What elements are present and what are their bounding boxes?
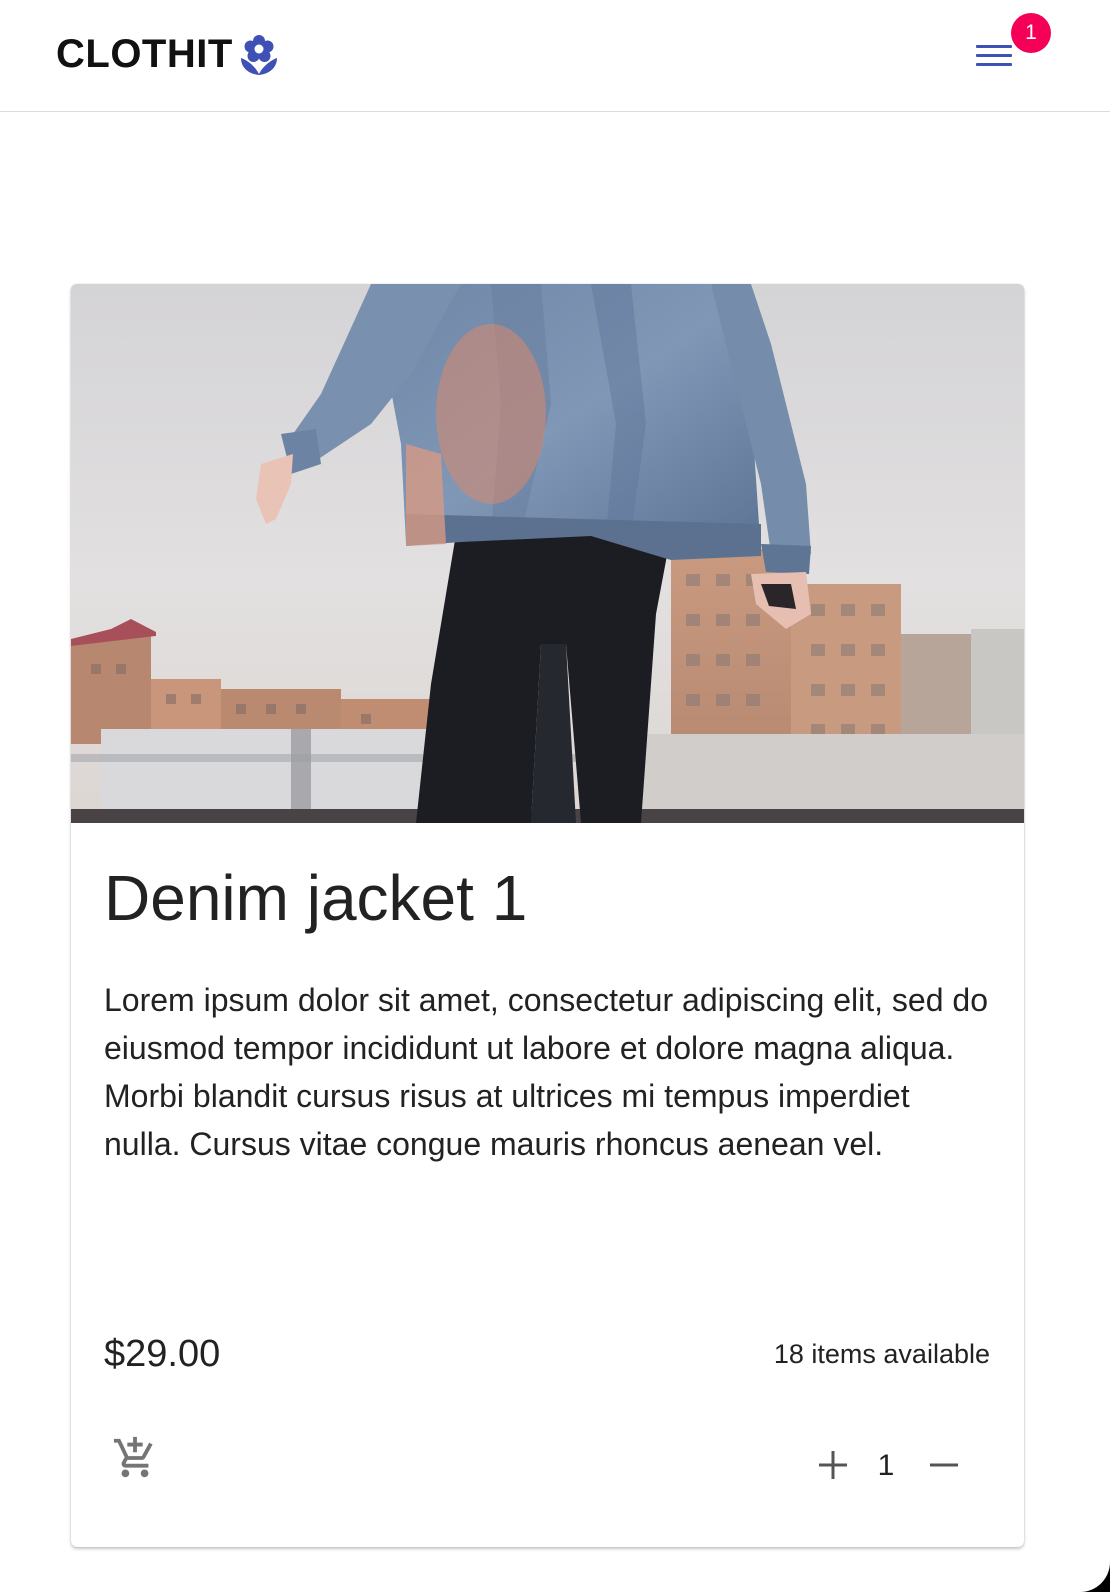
quantity-value: 1 <box>877 1449 895 1482</box>
add-to-cart-button[interactable] <box>99 1424 171 1496</box>
minus-icon <box>928 1449 960 1486</box>
product-title: Denim jacket 1 <box>104 862 528 934</box>
notification-badge: 1 <box>1011 13 1051 53</box>
brand-name: CLOTHIT <box>56 32 233 76</box>
flower-icon <box>239 32 279 76</box>
decrease-quantity-button[interactable] <box>917 1440 971 1494</box>
product-card: Denim jacket 1 Lorem ipsum dolor sit ame… <box>71 284 1024 1547</box>
add-shopping-cart-icon <box>112 1435 158 1486</box>
increase-quantity-button[interactable] <box>806 1440 860 1494</box>
product-image <box>71 284 1024 823</box>
menu-button[interactable] <box>972 36 1016 76</box>
app-header: CLOTHIT 1 <box>0 0 1110 112</box>
device-frame: CLOTHIT 1 Denim jacket 1 Lorem ipsum dol… <box>0 0 1110 1592</box>
stock-availability: 18 items available <box>773 1339 990 1369</box>
brand-logo-link[interactable]: CLOTHIT <box>56 32 279 76</box>
app-screen: CLOTHIT 1 Denim jacket 1 Lorem ipsum dol… <box>0 0 1110 1592</box>
product-description: Lorem ipsum dolor sit amet, consectetur … <box>104 982 988 1162</box>
product-price: $29.00 <box>104 1333 221 1375</box>
plus-icon <box>817 1449 849 1486</box>
